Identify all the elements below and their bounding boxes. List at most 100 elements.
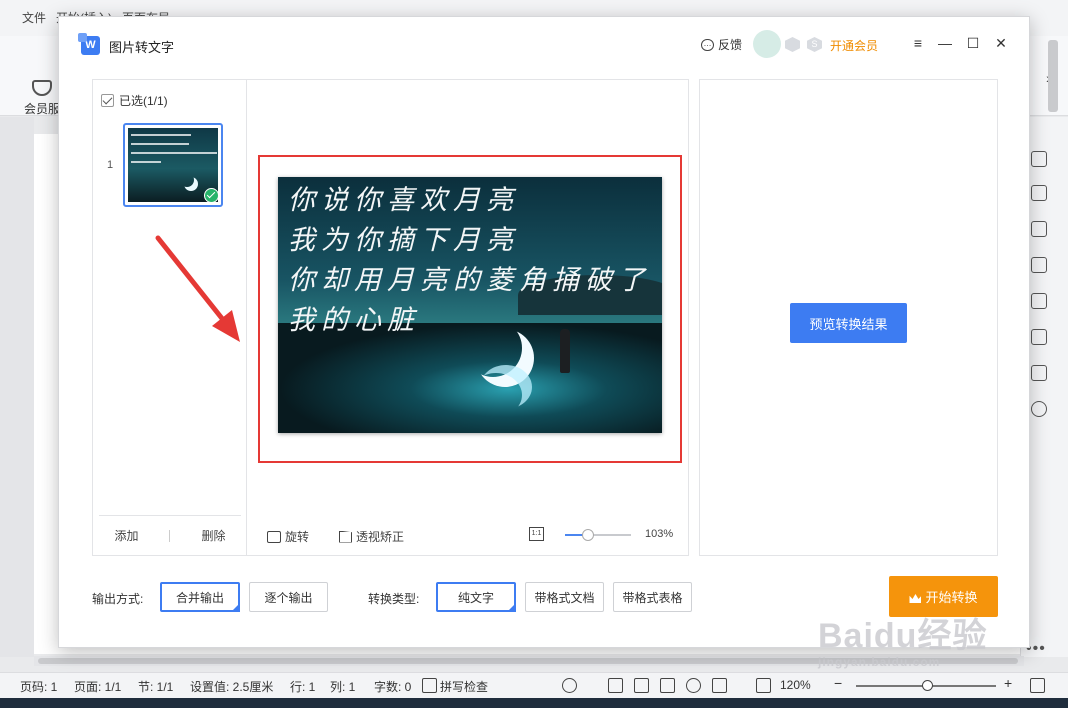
status-word-count[interactable]: 字数: 0 [374,678,411,695]
zoom-in-icon[interactable]: + [1004,675,1012,691]
preview-result-button[interactable]: 预览转换结果 [790,303,907,343]
fullscreen-icon[interactable] [1030,678,1045,693]
status-bar: 页码: 1 页面: 1/1 节: 1/1 设置值: 2.5厘米 行: 1 列: … [0,672,1068,698]
status-page-number: 页码: 1 [20,680,58,694]
menu-icon[interactable]: ≡ [909,34,927,52]
sliders-icon[interactable] [1031,257,1047,273]
close-icon[interactable]: ✕ [992,34,1010,52]
read-view-icon[interactable] [660,678,675,693]
status-zoom[interactable]: 120% [780,678,811,692]
cursor-icon[interactable] [1031,221,1047,237]
status-setting: 设置值: 2.5厘米 [190,680,274,694]
zoom-knob[interactable] [922,680,933,691]
annotation-arrow [155,235,240,342]
os-taskbar [0,698,1068,708]
add-image-button[interactable]: 添加 [114,527,138,544]
web-view-icon[interactable] [686,678,701,693]
watermark-url: jingyan.baidu.com [818,655,941,669]
rocket-icon[interactable] [1031,151,1047,167]
thumbnail-item[interactable] [123,123,223,207]
checkbox-icon[interactable] [101,94,114,107]
crown-icon [909,594,922,603]
compass-icon[interactable] [1031,329,1047,345]
formatted-doc-button[interactable]: 带格式文档 [525,582,604,612]
poem-line-1: 你说你喜欢月亮 [288,185,519,216]
thumb-text-line [131,134,191,136]
separate-output-button[interactable]: 逐个输出 [249,582,328,612]
formatted-table-button[interactable]: 带格式表格 [613,582,692,612]
plain-text-button[interactable]: 纯文字 [436,582,516,612]
vip-badge-icon [785,37,800,52]
thumbnail-actions: 添加 删除 [99,515,241,555]
menu-item-file[interactable]: 文件 [22,9,46,26]
pen-icon[interactable] [1031,185,1047,201]
minimize-icon[interactable]: — [936,34,954,52]
rotate-label: 旋转 [285,530,310,544]
dialog-title: 图片转文字 [109,40,175,55]
wps-logo-icon: W [78,33,100,55]
chat-icon: … [701,38,714,51]
diamond-icon [32,80,52,96]
thumb-text-line [131,152,217,154]
delete-image-button[interactable]: 删除 [201,527,225,544]
member-service-label: 会员服 [23,102,60,116]
moon-reflection [470,373,522,417]
status-pages: 页面: 1/1 [74,680,122,694]
rotate-button[interactable]: 旋转 [267,528,309,545]
open-vip-link[interactable]: 开通会员 [830,37,878,54]
poem-line-3: 你却用月亮的菱角捅破了 [288,265,651,296]
super-vip-badge-icon: S [807,37,822,52]
feedback-button[interactable]: … 反馈 [701,36,742,53]
result-panel: 预览转换结果 [699,79,998,556]
highlight-box: 你说你喜欢月亮 我为你摘下月亮 你却用月亮的菱角捅破了 我的心脏 [258,155,682,463]
ribbon-scrollbar[interactable] [1048,40,1058,112]
rotate-icon [267,530,281,543]
arrow-shaft [155,235,231,329]
dialog-title-bar: W 图片转文字 … 反馈 S 开通会员 ≡ — ☐ ✕ [59,17,1029,73]
thumb-moon [180,173,194,187]
spell-check-icon [422,678,437,693]
select-all-checkbox[interactable]: 已选(1/1) [101,92,168,109]
maximize-icon[interactable]: ☐ [964,34,982,52]
image-icon[interactable] [1031,293,1047,309]
eye-icon[interactable] [562,678,577,693]
preview-zoom-value: 103% [645,528,674,540]
watermark-brand: Baidu经验 [818,617,988,655]
thumb-text-line [131,143,189,145]
preview-toolbar: 旋转 透视矫正 1:1 103% [247,515,688,555]
fit-page-icon[interactable] [756,678,771,693]
outline-view-icon[interactable] [634,678,649,693]
perspective-button[interactable]: 透视矫正 [339,528,404,545]
poem-line-2: 我为你摘下月亮 [288,225,519,256]
status-spell-check[interactable]: 拼写检查 [440,678,488,695]
merge-output-button[interactable]: 合并输出 [160,582,240,612]
image-poem-text: 你说你喜欢月亮 我为你摘下月亮 你却用月亮的菱角捅破了 我的心脏 [288,181,651,341]
output-mode-label: 输出方式: [92,592,144,606]
status-section: 节: 1/1 [138,680,174,694]
preview-zoom-slider[interactable] [565,529,631,541]
thumbnail-index: 1 [107,159,114,171]
image-preview-area: 你说你喜欢月亮 我为你摘下月亮 你却用月亮的菱角捅破了 我的心脏 旋转 透视矫正… [247,80,688,555]
start-convert-label: 开始转换 [925,590,978,605]
zoom-slider[interactable] [856,680,996,691]
divider [169,529,171,542]
poem-line-4: 我的心脏 [288,305,420,336]
baidu-watermark: Baidu经验 jingyan.baidu.com [818,608,1028,672]
zoom-out-icon[interactable]: − [834,675,842,691]
book-icon[interactable] [1031,365,1047,381]
convert-type-label: 转换类型: [368,592,420,606]
edit-icon[interactable] [712,678,727,693]
help-icon[interactable] [1031,401,1047,417]
avatar[interactable] [753,30,781,58]
selected-count-label: 已选(1/1) [119,94,168,108]
page-view-icon[interactable] [608,678,623,693]
actual-size-icon[interactable]: 1:1 [529,527,544,541]
status-row: 行: 1 [290,680,316,694]
check-circle-icon [204,188,219,203]
perspective-label: 透视矫正 [356,530,405,544]
perspective-icon [339,530,352,543]
zoom-knob[interactable] [582,529,595,541]
status-col: 列: 1 [330,680,356,694]
preview-image: 你说你喜欢月亮 我为你摘下月亮 你却用月亮的菱角捅破了 我的心脏 [278,177,662,433]
left-gutter [0,117,34,657]
